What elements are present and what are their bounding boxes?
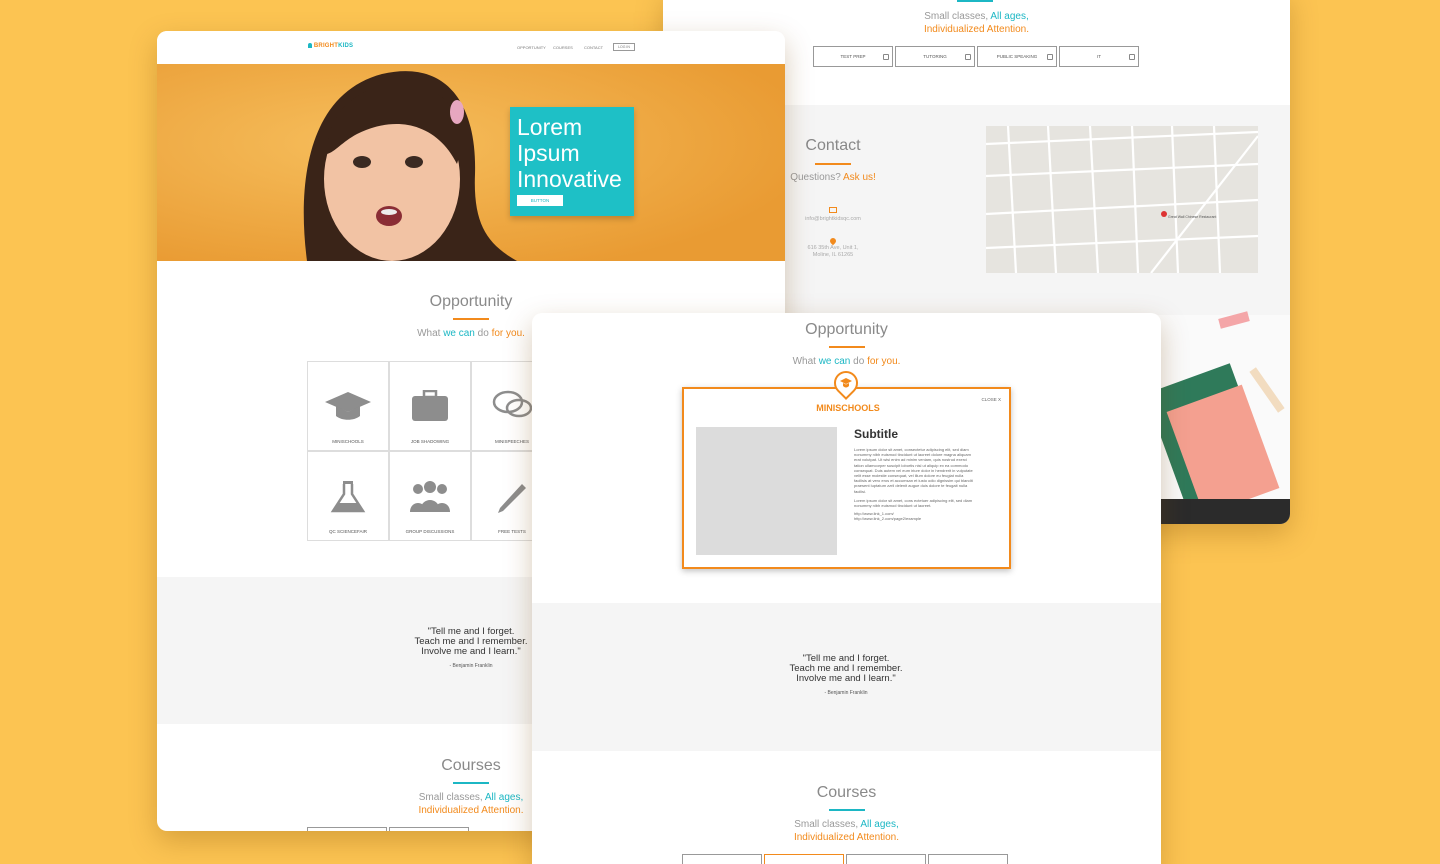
course-button-test-prep[interactable] [307, 827, 387, 831]
nav-item-courses[interactable]: COURSES [553, 45, 573, 50]
hero-button[interactable]: BUTTON [517, 195, 563, 206]
nav-item-opportunity[interactable]: OPPORTUNITY [517, 45, 546, 50]
hero-banner: Lorem Ipsum Innovative BUTTON [157, 64, 785, 261]
course-button-it[interactable]: IT [1059, 46, 1139, 67]
courses-sub-small: Small classes, [924, 11, 991, 22]
opportunity-section: Opportunity What we can do for you. [532, 321, 1161, 367]
tile-qc-sciencefair[interactable]: QC SCIENCEFAIR [307, 451, 389, 541]
contact-rule [815, 163, 851, 165]
courses-sub-all: All ages, [990, 11, 1029, 22]
contact-sub-q: Questions? [790, 172, 843, 183]
contact-title: Contact [805, 137, 861, 154]
map-widget[interactable] [986, 126, 1258, 273]
bulb-icon [308, 43, 312, 48]
course-button-tutoring[interactable]: TUTORING [895, 46, 975, 67]
courses-section: Courses Small classes, All ages, Individ… [532, 784, 1161, 843]
course-button-test-prep[interactable]: TEST PREP [813, 46, 893, 67]
briefcase-icon [412, 390, 448, 421]
graduation-cap-icon [840, 378, 852, 388]
modal-subtitle: Subtitle [854, 427, 898, 441]
hero-line-1: Lorem [517, 114, 583, 140]
tile-group-discussions[interactable]: GROUP DISCUSSIONS [389, 451, 471, 541]
opportunity-title: Opportunity [429, 293, 513, 310]
modal-link-2[interactable]: http://www.link_2.com/page2/example [854, 516, 974, 521]
contact-sub-ask: Ask us! [843, 172, 876, 183]
courses-title: Courses [816, 784, 877, 801]
modal-body: Lorem ipsum dolor sit amet, consectetur … [854, 447, 974, 522]
hero-line-2: Ipsum [517, 140, 580, 166]
quote-section: "Tell me and I forget. Teach me and I re… [532, 603, 1161, 751]
brand-logo[interactable]: BRIGHTKIDS [308, 43, 353, 49]
nav-item-contact[interactable]: CONTACT [584, 45, 603, 50]
flask-icon [330, 481, 366, 513]
group-people-icon [410, 481, 450, 512]
hero-girl-photo [157, 64, 785, 261]
modal-paragraph-1: Lorem ipsum dolor sit amet, consectetur … [854, 447, 973, 494]
course-button-tutoring[interactable] [764, 854, 844, 864]
opportunity-title: Opportunity [805, 321, 888, 338]
modal-paragraph-2: Lorem ipsum dolor sit amet, cons ectetue… [854, 497, 973, 509]
section-rule [957, 0, 993, 2]
quote-line-3: Involve me and I learn." [796, 673, 896, 684]
opportunity-grid: MINISCHOOLS JOB SHADOWING MINISPEECHES Q… [307, 361, 557, 543]
mail-icon [829, 207, 837, 213]
hero-line-3: Innovative [517, 166, 622, 192]
course-button-tutoring[interactable] [389, 827, 469, 831]
map-place-label: Great Wall Chinese Restaurant [1168, 215, 1217, 219]
course-button-it[interactable] [928, 854, 1008, 864]
quote-author: - Benjamin Franklin [824, 690, 868, 696]
opportunity-modal-mockup: Opportunity What we can do for you. MINI… [532, 313, 1161, 864]
top-nav: BRIGHTKIDS OPPORTUNITY COURSES CONTACT L… [157, 31, 785, 64]
tile-job-shadowing[interactable]: JOB SHADOWING [389, 361, 471, 451]
login-button[interactable]: LOG IN [613, 43, 635, 51]
course-button-test-prep[interactable] [682, 854, 762, 864]
course-button-public-speaking[interactable]: PUBLIC SPEAKING [977, 46, 1057, 67]
modal-image-placeholder [696, 427, 837, 555]
pencil-icon [498, 484, 526, 513]
tile-minischools[interactable]: MINISCHOOLS [307, 361, 389, 451]
hero-callout-box: Lorem Ipsum Innovative BUTTON [510, 107, 634, 216]
modal-close-button[interactable]: CLOSE X [981, 397, 1001, 402]
graduation-cap-icon [325, 392, 371, 420]
minischools-modal: MINISCHOOLS CLOSE X Subtitle Lorem ipsum… [682, 387, 1011, 569]
speech-bubbles-icon [492, 390, 532, 418]
modal-title: MINISCHOOLS [816, 403, 880, 413]
course-button-public-speaking[interactable] [846, 854, 926, 864]
location-pin-icon [828, 236, 838, 246]
